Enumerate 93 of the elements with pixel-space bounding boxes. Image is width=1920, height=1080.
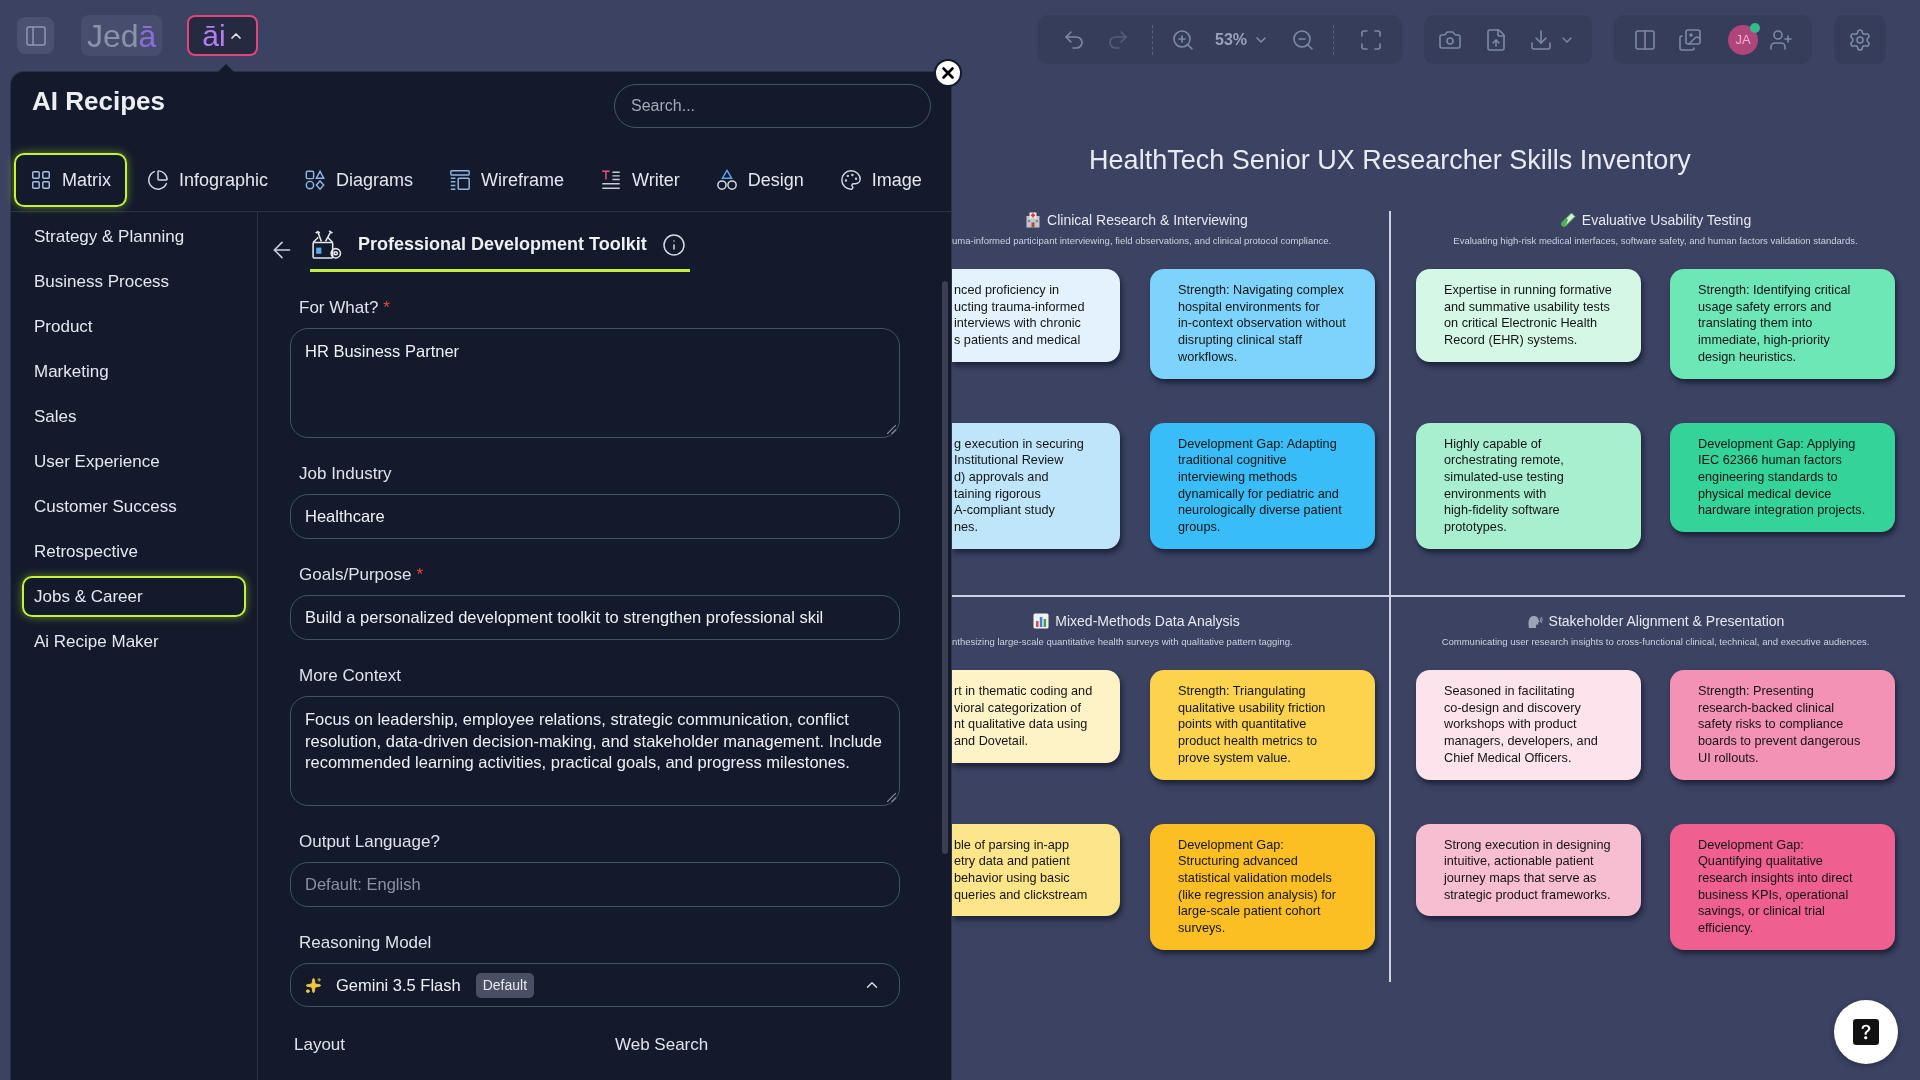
section-subtitle: nthesizing large-scale quantitative health surveys with qualitative pattern tagging.: [952, 635, 1293, 649]
skill-card: Strong execution in designing intuitive, actionable patient journey maps that serve as strategic product frameworks.: [1416, 823, 1641, 917]
skill-card: Strength: Triangulating qualitative usability friction points with quantitative product health metrics to prove system value.: [1150, 670, 1375, 780]
pie-chart-icon: [147, 169, 169, 191]
section-heading: Evaluative Usability Testing: [1581, 211, 1752, 229]
category-item[interactable]: Sales: [22, 396, 246, 437]
close-icon: [939, 64, 957, 82]
textarea-field[interactable]: HR Business Partner: [290, 328, 900, 438]
recipe-tab[interactable]: Design: [699, 153, 820, 207]
close-button[interactable]: [934, 59, 962, 87]
scrollbar-thumb[interactable]: [942, 281, 948, 854]
shapes-icon: [304, 169, 327, 191]
shapes-icon: [715, 169, 738, 191]
skill-card: Strength: Presenting research-backed clinical safety risks to compliance boards to prevent dangerous UI rollouts.: [1670, 670, 1895, 780]
recipe-tab[interactable]: Image: [823, 153, 938, 207]
model-select[interactable]: Gemini 3.5 Flash Default: [290, 963, 900, 1007]
skill-card: Development Gap: Quantifying qualitative research insights into direct business KPIs, operational savings, or clinical trial efficiency.: [1670, 823, 1895, 950]
skill-card: Development Gap: Adapting traditional cognitive interviewing methods dynamically for pediatric and neurologically diverse patient groups.: [1150, 422, 1375, 549]
text-input[interactable]: Build a personalized development toolkit to strengthen professional skil: [290, 595, 900, 640]
skill-card: g execution in securing Institutional Review d) approvals and taining rigorous A-compliant study nes.: [952, 422, 1120, 549]
settings-icon[interactable]: [1848, 27, 1872, 52]
download-icon[interactable]: [1529, 27, 1553, 52]
category-item[interactable]: Strategy & Planning: [22, 216, 246, 257]
columns-icon[interactable]: [1633, 27, 1657, 52]
resize-handle-icon[interactable]: [887, 425, 896, 434]
field-label: More Context: [298, 666, 403, 686]
file-upload-icon[interactable]: [1484, 27, 1508, 52]
text-lines-icon: [600, 169, 623, 191]
skill-card: rt in thematic coding and vioral categorization of nt qualitative data using and Dovetail.: [952, 670, 1120, 763]
category-item[interactable]: Ai Recipe Maker: [22, 621, 246, 662]
recipe-tab[interactable]: Writer: [584, 153, 696, 207]
section-heading: Mixed-Methods Data Analysis: [1055, 612, 1240, 630]
section-subtitle: Communicating user research insights to cross-functional clinical, technical, and executive audiences.: [1441, 635, 1870, 649]
section-heading: Clinical Research & Interviewing: [1047, 211, 1248, 229]
category-item[interactable]: User Experience: [22, 441, 246, 482]
skill-card: nced proficiency in ucting trauma-informed interviews with chronic s patients and medical: [952, 269, 1120, 362]
category-item[interactable]: Business Process: [22, 261, 246, 302]
panel-title: AI Recipes: [32, 86, 165, 116]
field-label: Output Language?: [298, 832, 441, 852]
zoom-out-icon[interactable]: [1291, 27, 1316, 52]
hospital-icon: [1025, 212, 1042, 228]
bar-chart-icon: [1033, 613, 1050, 629]
text-input[interactable]: Healthcare: [290, 494, 900, 539]
field-label: Job Industry: [298, 464, 393, 484]
speaking-head-icon: [1526, 613, 1543, 629]
field-label: For What? *: [298, 298, 391, 318]
text-input[interactable]: Default: English: [290, 862, 900, 907]
section-subtitle: Evaluating high-risk medical interfaces, software safety, and human factors validation standards.: [1453, 234, 1858, 248]
skill-card: Strength: Navigating complex hospital environments for in-context observation without disrupting clinical staff workflows.: [1150, 269, 1375, 379]
default-badge: Default: [475, 972, 535, 998]
add-user-icon[interactable]: [1769, 27, 1793, 52]
category-item[interactable]: Retrospective: [22, 531, 246, 572]
test-tube-icon: [1559, 212, 1576, 228]
skill-card: Seasoned in facilitating co-design and discovery workshops with product managers, developers, and Chief Medical Officers.: [1416, 670, 1641, 780]
zoom-in-icon[interactable]: [1171, 27, 1195, 52]
images-icon[interactable]: [1678, 27, 1702, 52]
canvas-title: HealthTech Senior UX Researcher Skills Inventory: [1089, 144, 1691, 177]
wireframe-icon: [449, 169, 472, 191]
fullscreen-icon[interactable]: [1359, 27, 1384, 52]
field-label: Layout: [294, 1035, 346, 1054]
sparkle-icon: [305, 976, 322, 994]
recipe-tab[interactable]: Diagrams: [288, 153, 430, 207]
ai-menu-button[interactable]: āi: [187, 15, 259, 56]
field-label: Goals/Purpose *: [298, 565, 425, 585]
help-icon: [1853, 1019, 1879, 1045]
skill-card: Development Gap: Structuring advanced statistical validation models (like regression analysis) for large-scale patient cohort surveys.: [1150, 823, 1375, 950]
zoom-level-dropdown[interactable]: 53%: [1215, 27, 1270, 52]
category-item[interactable]: Product: [22, 306, 246, 347]
section-heading: Stakeholder Alignment & Presentation: [1548, 612, 1785, 630]
sidebar-icon: [23, 23, 48, 48]
skill-card: Strength: Identifying critical usage safety errors and translating them into immediate, high-priority design heuristics.: [1670, 269, 1895, 379]
category-item[interactable]: Jobs & Career: [22, 576, 246, 617]
recipe-tab[interactable]: Infographic: [131, 153, 285, 207]
help-button[interactable]: [1834, 1000, 1898, 1064]
recipe-tab[interactable]: Matrix: [14, 153, 127, 207]
recipe-tab[interactable]: Wireframe: [433, 153, 581, 207]
category-item[interactable]: Marketing: [22, 351, 246, 392]
field-label: Reasoning Model: [298, 933, 433, 953]
resize-handle-icon[interactable]: [887, 793, 896, 802]
grid-icon: [30, 169, 52, 191]
section-subtitle: uma-informed participant interviewing, field observations, and clinical protocol compliance.: [952, 234, 1332, 248]
skill-card: ble of parsing in-app etry data and patient behavior using basic queries and clickstream: [952, 823, 1120, 917]
info-icon[interactable]: [661, 232, 686, 257]
toolbox-icon: [310, 228, 343, 261]
category-item[interactable]: Customer Success: [22, 486, 246, 527]
palette-icon: [839, 169, 862, 191]
recipe-title: Professional Development Toolkit: [358, 233, 647, 256]
skill-card: Development Gap: Applying IEC 62366 human factors engineering standards to physical medical device hardware integration projects.: [1670, 422, 1895, 533]
textarea-field[interactable]: Focus on leadership, employee relations, strategic communication, conflict resolution, data-driven decision-making, and stakeholder management. Include recommended learning activities, practical goals, and progress milestones.: [290, 696, 900, 806]
skill-card: Expertise in running formative and summative usability tests on critical Electronic Health Record (EHR) systems.: [1416, 269, 1641, 362]
field-label: Web Search: [615, 1035, 709, 1054]
sidebar-toggle-button[interactable]: [17, 17, 54, 54]
skill-card: Highly capable of orchestrating remote, simulated-use testing environments with high-fidelity software prototypes.: [1416, 422, 1641, 549]
